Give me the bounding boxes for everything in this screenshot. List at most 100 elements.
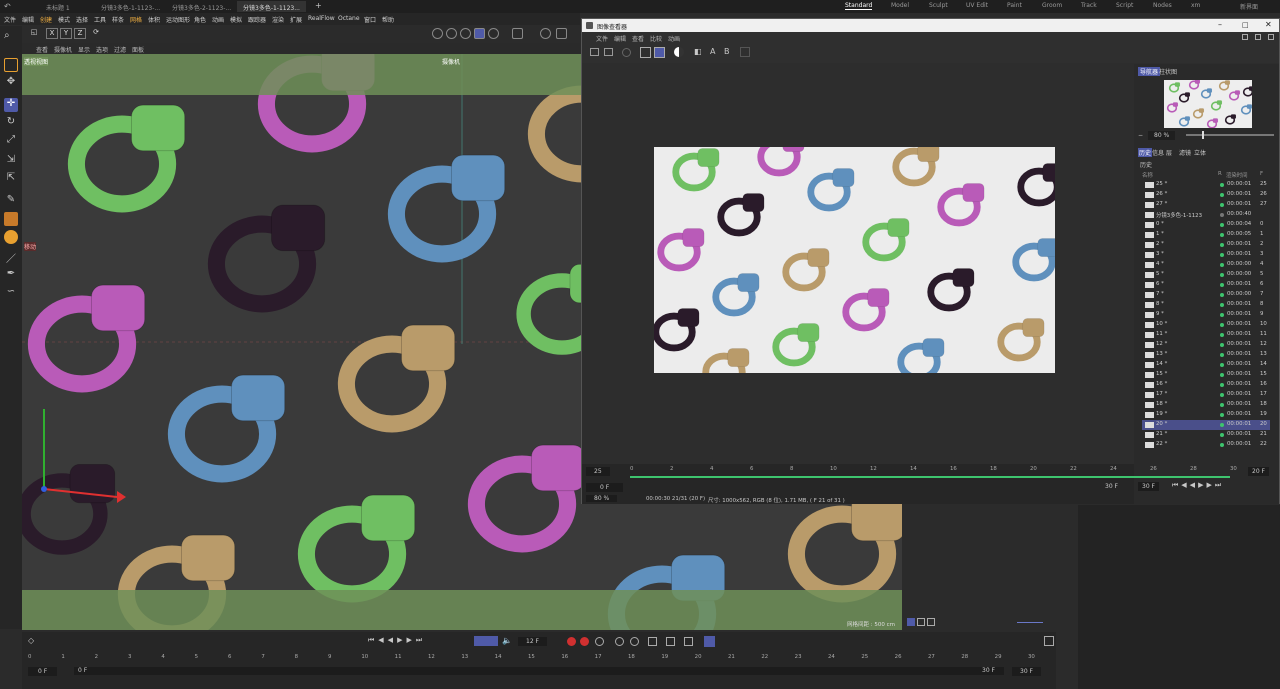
- viewer-timeline-ruler[interactable]: 0 2 4 6 8 10 12 14 16 18 20 22 24 26 28 30: [630, 466, 1237, 476]
- history-row[interactable]: 6 * 00:00:01 6: [1142, 280, 1270, 290]
- vp-menu-filter[interactable]: 过滤: [114, 45, 126, 54]
- live-select-icon[interactable]: ✥: [4, 76, 18, 90]
- vp-menu-panel[interactable]: 面板: [132, 45, 144, 54]
- autokey-icon[interactable]: [580, 637, 589, 646]
- nav-zoom[interactable]: 80 %: [1148, 131, 1176, 140]
- vp-menu-display[interactable]: 显示: [78, 45, 90, 54]
- fit-icon[interactable]: [640, 47, 651, 58]
- doc-tab-1[interactable]: 未标题 1: [40, 1, 76, 12]
- layout-detail-icon[interactable]: [927, 618, 935, 626]
- menu-spline[interactable]: 样条: [112, 15, 124, 24]
- menu-window[interactable]: 窗口: [364, 15, 376, 24]
- zoom-slider[interactable]: [1186, 131, 1274, 139]
- grid-snap-icon[interactable]: [556, 28, 567, 39]
- color-icon[interactable]: [4, 230, 18, 244]
- close-icon[interactable]: ✕: [1265, 20, 1272, 29]
- history-row[interactable]: 19 * 00:00:01 19: [1142, 410, 1270, 420]
- history-row[interactable]: 5 * 00:00:00 5: [1142, 270, 1270, 280]
- menu-file[interactable]: 文件: [4, 15, 16, 24]
- doc-tab-4[interactable]: 分镜3多色-1-1123...: [237, 1, 306, 12]
- layout-new[interactable]: 新界面: [1240, 2, 1258, 11]
- menu-extensions[interactable]: 扩展: [290, 15, 302, 24]
- history-row[interactable]: 25 * 00:00:01 25: [1142, 180, 1270, 190]
- paint-icon[interactable]: [4, 212, 18, 226]
- tab-info[interactable]: 信息: [1152, 148, 1164, 157]
- vp-menu-view[interactable]: 查看: [36, 45, 48, 54]
- menu-select[interactable]: 选择: [76, 15, 88, 24]
- timeline-expand-icon[interactable]: [1044, 636, 1054, 646]
- deformer-icon[interactable]: [512, 28, 523, 39]
- menu-animate[interactable]: 动画: [212, 15, 224, 24]
- layout-model[interactable]: Model: [891, 2, 909, 9]
- history-row[interactable]: 20 * 00:00:01 20: [1142, 420, 1270, 430]
- layout-sculpt[interactable]: Sculpt: [929, 2, 948, 9]
- contrast-icon[interactable]: [674, 47, 684, 57]
- menu-create[interactable]: 创建: [40, 15, 52, 24]
- viewer-frame-field[interactable]: 0 F: [586, 483, 624, 492]
- history-row[interactable]: 13 * 00:00:01 13: [1142, 350, 1270, 360]
- viewer-zoom-field[interactable]: 80 %: [586, 495, 618, 502]
- compare-icon[interactable]: [740, 47, 750, 57]
- maximize-icon[interactable]: □: [1242, 21, 1249, 29]
- history-row[interactable]: 1 * 00:00:05 1: [1142, 230, 1270, 240]
- menu-mesh[interactable]: 网格: [130, 15, 142, 24]
- history-row[interactable]: 11 * 00:00:01 11: [1142, 330, 1270, 340]
- layout-grid-icon[interactable]: [907, 618, 915, 626]
- axis-icon[interactable]: ⇱: [4, 172, 18, 186]
- tab-stereo[interactable]: 立体: [1194, 148, 1206, 157]
- param-key-icon[interactable]: [666, 637, 675, 646]
- history-row[interactable]: 27 * 00:00:01 27: [1142, 200, 1270, 210]
- minimize-icon[interactable]: –: [1218, 20, 1222, 29]
- viewer-menu-edit[interactable]: 编辑: [614, 34, 626, 43]
- navigator-thumbnail[interactable]: [1164, 80, 1252, 128]
- menu-tools[interactable]: 工具: [94, 15, 106, 24]
- end-frame-field[interactable]: 30 F: [1012, 667, 1041, 676]
- history-row[interactable]: 2 * 00:00:01 2: [1142, 240, 1270, 250]
- tab-filters[interactable]: 滤镜: [1179, 148, 1191, 157]
- zoom-out-icon[interactable]: −: [1138, 132, 1143, 139]
- layout-groom[interactable]: Groom: [1042, 2, 1062, 9]
- menu-mode[interactable]: 模式: [58, 15, 70, 24]
- keyframe-icon[interactable]: ◇: [28, 636, 34, 645]
- preview-range[interactable]: 0 F: [74, 667, 1004, 675]
- viewer-start-field[interactable]: 25: [586, 467, 610, 476]
- scale-icon[interactable]: ⤢: [4, 134, 18, 148]
- transform-icon[interactable]: ⇲: [4, 154, 18, 168]
- layout-xm[interactable]: xm: [1191, 2, 1200, 9]
- knife-icon[interactable]: ／: [4, 250, 18, 265]
- doc-tab-3[interactable]: 分镜3多色-2-1123-...: [166, 1, 237, 12]
- undo-history-icon[interactable]: ◱: [28, 28, 40, 39]
- viewer-fps-field[interactable]: 30 F: [1138, 482, 1159, 491]
- layout-standard[interactable]: Standard: [845, 2, 873, 10]
- history-row[interactable]: 15 * 00:00:01 15: [1142, 370, 1270, 380]
- history-row[interactable]: 4 * 00:00:00 4: [1142, 260, 1270, 270]
- history-row[interactable]: 分镜3多色-1-1123 00:00:40: [1142, 210, 1270, 220]
- b-channel-icon[interactable]: B: [724, 47, 730, 56]
- viewer-playback-controls[interactable]: ⏮◀◀▶▶⏭: [1172, 481, 1224, 490]
- region-icon[interactable]: [654, 47, 665, 58]
- scale-key-icon[interactable]: [630, 637, 639, 646]
- brush-icon[interactable]: ✎: [4, 194, 18, 208]
- history-row[interactable]: 3 * 00:00:01 3: [1142, 250, 1270, 260]
- menu-simulate[interactable]: 模拟: [230, 15, 242, 24]
- viewer-menu-view[interactable]: 查看: [632, 34, 644, 43]
- search-icon[interactable]: ⌕: [4, 30, 18, 44]
- history-row[interactable]: 18 * 00:00:01 18: [1142, 400, 1270, 410]
- tab-layers[interactable]: 层: [1166, 148, 1172, 157]
- rotate-icon[interactable]: ↻: [4, 116, 18, 130]
- history-row[interactable]: 16 * 00:00:01 16: [1142, 380, 1270, 390]
- viewer-end-field[interactable]: 20 F: [1248, 467, 1269, 476]
- layout-icon[interactable]: [1242, 34, 1248, 40]
- layout-track[interactable]: Track: [1081, 2, 1097, 9]
- pen-icon[interactable]: [488, 28, 499, 39]
- stop-render-icon[interactable]: [622, 48, 631, 57]
- history-row[interactable]: 0 * 00:00:04 0: [1142, 220, 1270, 230]
- layout-uv-edit[interactable]: UV Edit: [966, 2, 988, 9]
- history-row[interactable]: 21 * 00:00:01 21: [1142, 430, 1270, 440]
- layout-size-slider[interactable]: [1017, 622, 1043, 623]
- vp-menu-options[interactable]: 选项: [96, 45, 108, 54]
- record-icon[interactable]: [567, 637, 576, 646]
- menu-render[interactable]: 渲染: [272, 15, 284, 24]
- viewer-menu-file[interactable]: 文件: [596, 34, 608, 43]
- history-row[interactable]: 12 * 00:00:01 12: [1142, 340, 1270, 350]
